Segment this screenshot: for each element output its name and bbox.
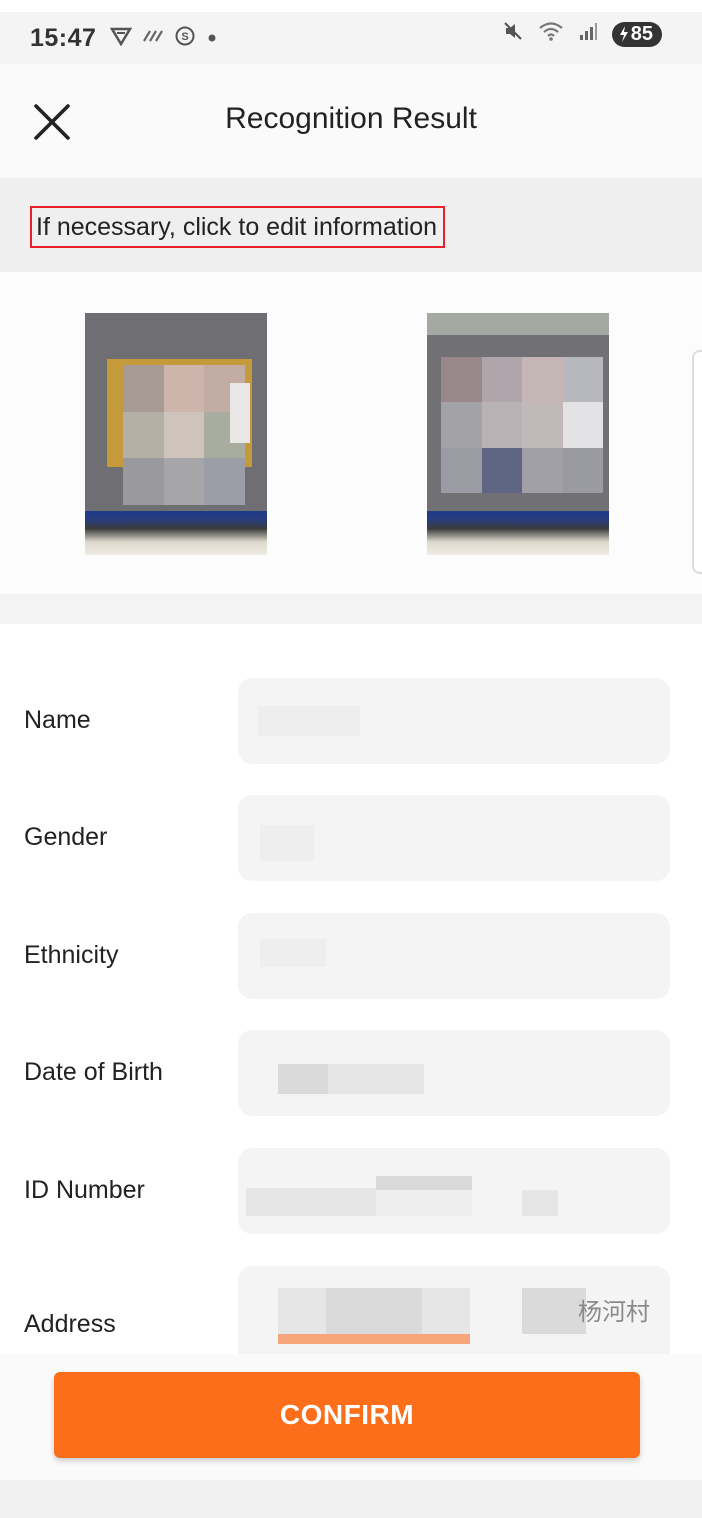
info-form: Name Gender Ethnicity Date of Birth ID N… (0, 624, 702, 1354)
signal-icon (578, 21, 598, 47)
status-left-icons: S (110, 25, 218, 52)
id-card-front-photo[interactable] (85, 313, 267, 555)
field-row-dob: Date of Birth (0, 1030, 702, 1116)
desk-strip (85, 511, 267, 555)
confirm-button[interactable]: CONFIRM (54, 1372, 640, 1458)
battery-icon: 85 (611, 21, 662, 47)
pixelated-card (441, 357, 603, 493)
status-bar: 15:47 S 85 (0, 12, 702, 64)
screen-top (427, 313, 609, 335)
field-row-gender: Gender (0, 795, 702, 881)
dot-icon (206, 28, 218, 49)
name-label: Name (24, 706, 91, 734)
redacted-value (260, 939, 326, 967)
name-field[interactable] (238, 678, 670, 764)
edit-hint[interactable]: If necessary, click to edit information (30, 206, 446, 248)
redacted-value (260, 825, 314, 861)
app-header: Recognition Result (0, 64, 702, 178)
redacted-value (376, 1176, 472, 1190)
redacted-value (422, 1288, 470, 1334)
gender-field[interactable] (238, 795, 670, 881)
card-edge (230, 383, 250, 443)
redacted-value (326, 1288, 422, 1334)
side-scroll-handle[interactable] (692, 350, 702, 574)
address-field[interactable]: 杨河村 (238, 1266, 670, 1354)
battery-level: 85 (630, 22, 653, 45)
wifi-icon (538, 20, 564, 48)
field-row-address: Address 杨河村 (0, 1266, 702, 1354)
field-row-id-number: ID Number (0, 1148, 702, 1234)
id-photos-area (0, 272, 702, 594)
id-number-label: ID Number (24, 1176, 145, 1204)
status-right-icons: 85 (502, 20, 662, 48)
ethnicity-label: Ethnicity (24, 941, 119, 969)
redacted-value (376, 1190, 472, 1216)
mute-icon (502, 20, 524, 48)
field-row-name: Name (0, 678, 702, 764)
section-divider (0, 594, 702, 624)
data-icon (142, 27, 164, 50)
id-number-field[interactable] (238, 1148, 670, 1234)
vpn-icon (110, 26, 133, 51)
page-title: Recognition Result (225, 102, 477, 135)
redacted-value (328, 1064, 424, 1094)
gender-label: Gender (24, 823, 108, 851)
redacted-value (278, 1334, 470, 1344)
bottom-strip (0, 1480, 702, 1518)
field-row-ethnicity: Ethnicity (0, 913, 702, 999)
redacted-value (522, 1190, 558, 1216)
redacted-value (278, 1288, 326, 1334)
redacted-value (278, 1064, 328, 1094)
hint-bar: If necessary, click to edit information (0, 178, 702, 272)
id-card-back-photo[interactable] (427, 313, 609, 555)
redacted-value (522, 1288, 586, 1334)
pixelated-face (123, 365, 245, 505)
address-label: Address (24, 1310, 116, 1338)
svg-text:S: S (182, 31, 189, 43)
ethnicity-field[interactable] (238, 913, 670, 999)
address-visible-tail: 杨河村 (578, 1298, 650, 1326)
redacted-value (258, 706, 360, 736)
desk-strip (427, 511, 609, 555)
status-time: 15:47 (30, 23, 97, 52)
redacted-value (246, 1188, 376, 1216)
dob-field[interactable] (238, 1030, 670, 1116)
dob-label: Date of Birth (24, 1058, 163, 1086)
sync-icon: S (174, 25, 196, 52)
